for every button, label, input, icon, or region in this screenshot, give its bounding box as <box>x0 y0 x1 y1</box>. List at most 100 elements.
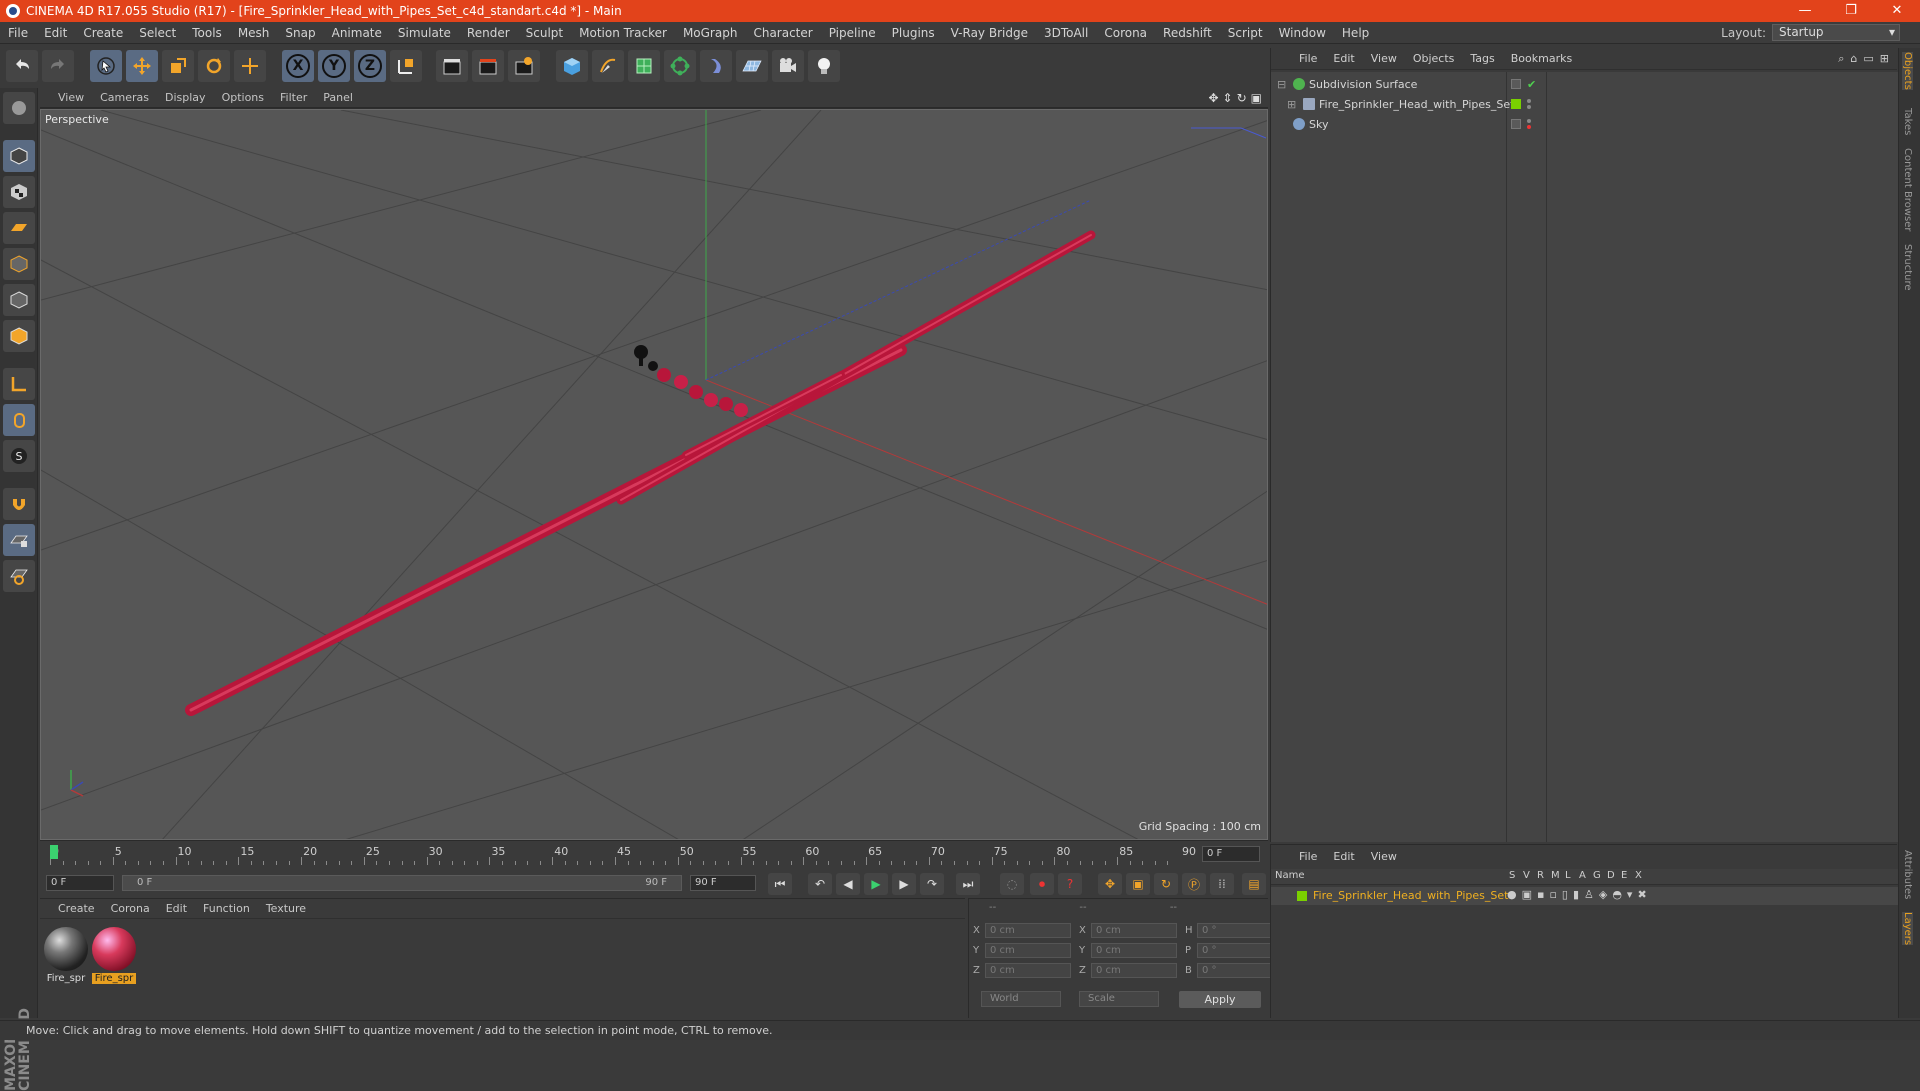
layer-col-x[interactable]: X <box>1635 870 1642 881</box>
tab-objects[interactable]: Objects <box>1902 52 1913 90</box>
layer-col-m[interactable]: M <box>1551 870 1560 881</box>
layer-color-swatch[interactable] <box>1297 891 1307 901</box>
playhead[interactable] <box>50 845 58 859</box>
object-menu-edit[interactable]: Edit <box>1325 52 1362 65</box>
light-button[interactable] <box>808 50 840 82</box>
layer-col-l[interactable]: L <box>1565 870 1571 881</box>
material-swatch-metal[interactable] <box>44 927 88 971</box>
layer-color-swatch[interactable] <box>1511 99 1521 109</box>
editor-visibility-toggle[interactable] <box>1511 79 1521 89</box>
3d-viewport[interactable]: Perspective Grid Spacing: 100 cm <box>40 109 1268 840</box>
key-scale-button[interactable]: ▣ <box>1126 873 1150 895</box>
rotate-tool-button[interactable] <box>198 50 230 82</box>
object-row-fire-sprinkler[interactable]: ⊞ Fire_Sprinkler_Head_with_Pipes_Set <box>1271 94 1898 114</box>
size-mode-dropdown[interactable]: Scale <box>1079 991 1159 1007</box>
menu-3dtoall[interactable]: 3DToAll <box>1036 26 1096 40</box>
goto-end-button[interactable]: ⏭ <box>956 873 980 895</box>
spline-pen-button[interactable] <box>592 50 624 82</box>
editor-dot[interactable] <box>1527 119 1531 123</box>
magnet-button[interactable] <box>3 488 35 520</box>
object-menu-objects[interactable]: Objects <box>1405 52 1463 65</box>
material-menu-function[interactable]: Function <box>195 902 258 915</box>
menu-tools[interactable]: Tools <box>184 26 230 40</box>
menu-pipeline[interactable]: Pipeline <box>821 26 884 40</box>
menu-create[interactable]: Create <box>75 26 131 40</box>
undo-button[interactable] <box>6 50 38 82</box>
menu-mesh[interactable]: Mesh <box>230 26 278 40</box>
y-axis-button[interactable]: Y <box>318 50 350 82</box>
object-menu-view[interactable]: View <box>1363 52 1405 65</box>
timeline-ruler[interactable]: 051015202530354045505560657075808590 0 F <box>40 840 1268 870</box>
cube-primitive-button[interactable] <box>556 50 588 82</box>
menu-window[interactable]: Window <box>1271 26 1334 40</box>
apply-button[interactable]: Apply <box>1179 991 1261 1008</box>
position-x-field[interactable]: 0 cm <box>985 922 1071 938</box>
coordinate-mode-dropdown[interactable]: World <box>981 991 1061 1007</box>
layer-menu-edit[interactable]: Edit <box>1325 850 1362 863</box>
tab-attributes[interactable]: Attributes <box>1902 850 1913 899</box>
redo-button[interactable] <box>42 50 74 82</box>
size-z-field[interactable]: 0 cm <box>1091 962 1177 978</box>
layer-menu-view[interactable]: View <box>1363 850 1405 863</box>
model-mode-button[interactable] <box>3 140 35 172</box>
object-name[interactable]: Fire_Sprinkler_Head_with_Pipes_Set <box>1319 98 1514 111</box>
material-menu-corona[interactable]: Corona <box>103 902 158 915</box>
recent-tool-button[interactable] <box>234 50 266 82</box>
home-icon[interactable]: ⌂ <box>1850 52 1857 66</box>
panel-options-icon[interactable]: ⊞ <box>1880 52 1889 66</box>
coordinate-system-button[interactable] <box>390 50 422 82</box>
menu-edit[interactable]: Edit <box>36 26 75 40</box>
object-name[interactable]: Sky <box>1309 118 1328 131</box>
planar-workplane-button[interactable] <box>3 560 35 592</box>
enabled-check-icon[interactable]: ✔ <box>1527 78 1536 91</box>
menu-select[interactable]: Select <box>131 26 184 40</box>
rotation-h-field[interactable]: 0 ° <box>1197 922 1273 938</box>
layer-flag-icons[interactable]: ●▣▪▫▯▮♙◈◓▾✖ <box>1507 888 1652 901</box>
timeline-window-button[interactable]: ▤ <box>1242 873 1266 895</box>
object-menu-bookmarks[interactable]: Bookmarks <box>1503 52 1580 65</box>
minimize-button[interactable]: — <box>1782 0 1828 22</box>
material-label-1[interactable]: Fire_spr <box>44 973 88 984</box>
material-menu-edit[interactable]: Edit <box>158 902 195 915</box>
live-selection-button[interactable] <box>90 50 122 82</box>
layer-row[interactable]: Fire_Sprinkler_Head_with_Pipes_Set ●▣▪▫▯… <box>1271 887 1898 905</box>
previous-key-button[interactable]: ↶ <box>808 873 832 895</box>
viewport-menu-panel[interactable]: Panel <box>315 91 361 104</box>
material-menu-create[interactable]: Create <box>50 902 103 915</box>
menu-animate[interactable]: Animate <box>324 26 390 40</box>
layer-col-a[interactable]: A <box>1579 870 1586 881</box>
motion-path-button[interactable]: ◌ <box>1000 873 1024 895</box>
render-picture-viewer-button[interactable] <box>472 50 504 82</box>
position-z-field[interactable]: 0 cm <box>985 962 1071 978</box>
menu-sculpt[interactable]: Sculpt <box>518 26 571 40</box>
object-menu-tags[interactable]: Tags <box>1462 52 1502 65</box>
key-position-button[interactable]: ✥ <box>1098 873 1122 895</box>
menu-simulate[interactable]: Simulate <box>390 26 459 40</box>
play-button[interactable]: ▶ <box>864 873 888 895</box>
menu-corona[interactable]: Corona <box>1096 26 1155 40</box>
camera-button[interactable] <box>772 50 804 82</box>
layer-col-name[interactable]: Name <box>1275 870 1305 881</box>
size-x-field[interactable]: 0 cm <box>1091 922 1177 938</box>
key-parameter-button[interactable]: Ⓟ <box>1182 873 1206 895</box>
restore-button[interactable]: ❐ <box>1828 0 1874 22</box>
locked-workplane-button[interactable] <box>3 524 35 556</box>
menu-motion-tracker[interactable]: Motion Tracker <box>571 26 675 40</box>
tab-structure[interactable]: Structure <box>1902 244 1913 291</box>
expand-icon[interactable]: ⊞ <box>1287 98 1296 111</box>
snap-button[interactable]: S <box>3 440 35 472</box>
scale-tool-button[interactable] <box>162 50 194 82</box>
edges-mode-button[interactable] <box>3 284 35 316</box>
viewport-pan-icon[interactable]: ✥ <box>1208 91 1218 105</box>
layer-col-e[interactable]: E <box>1621 870 1627 881</box>
layer-col-g[interactable]: G <box>1593 870 1601 881</box>
points-mode-button[interactable] <box>3 248 35 280</box>
layer-col-s[interactable]: S <box>1509 870 1515 881</box>
autokey-button[interactable]: ? <box>1058 873 1082 895</box>
render-view-button[interactable] <box>436 50 468 82</box>
subdivision-surface-button[interactable] <box>628 50 660 82</box>
object-menu-file[interactable]: File <box>1291 52 1325 65</box>
preview-range-slider[interactable]: 0 F 90 F <box>122 875 682 891</box>
object-name[interactable]: Subdivision Surface <box>1309 78 1417 91</box>
viewport-menu-filter[interactable]: Filter <box>272 91 315 104</box>
